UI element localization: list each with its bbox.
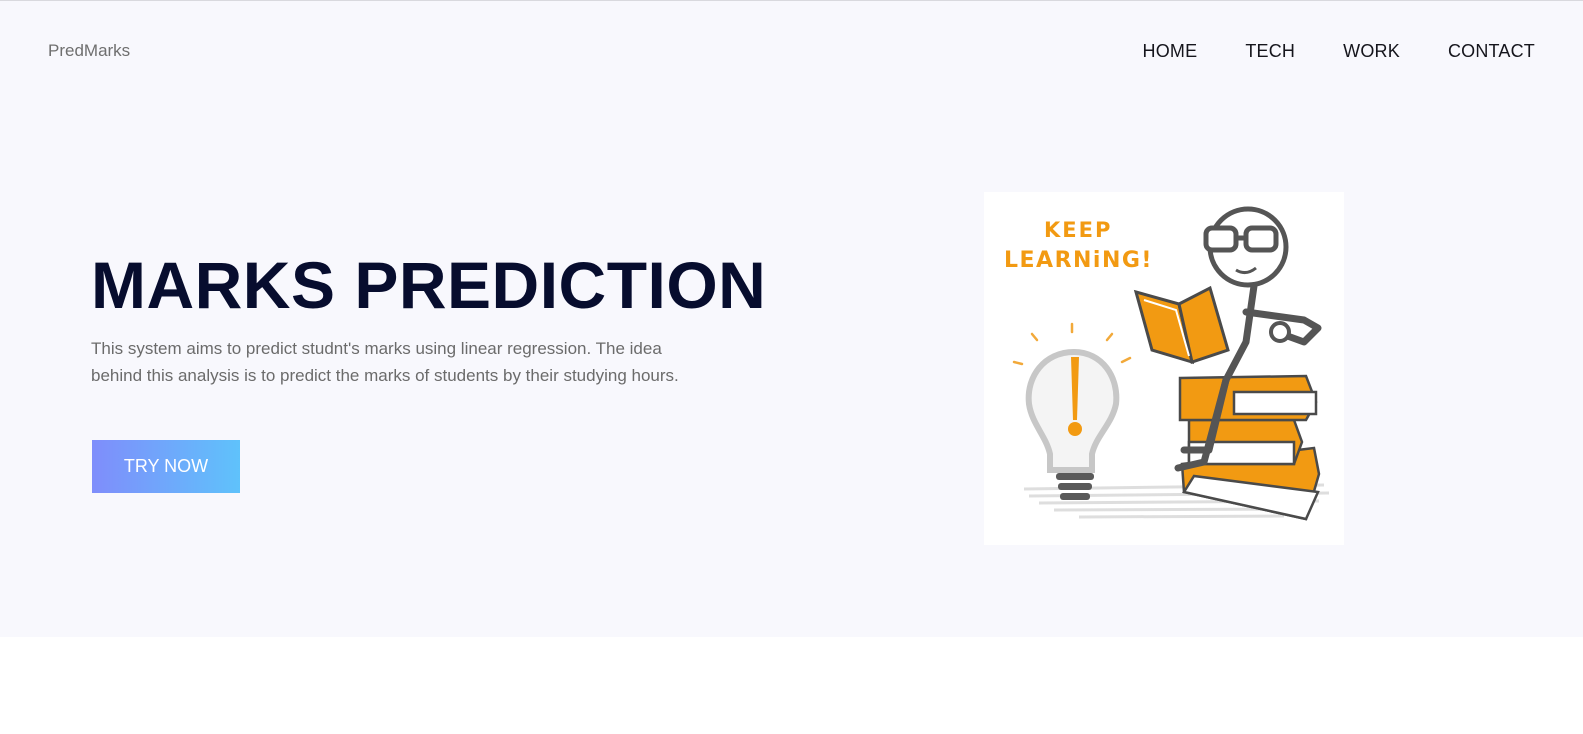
lightbulb-icon [1012, 322, 1132, 500]
main-nav: HOME TECH WORK CONTACT [1143, 41, 1535, 62]
nav-home[interactable]: HOME [1143, 41, 1198, 62]
nav-contact[interactable]: CONTACT [1448, 41, 1535, 62]
nav-work[interactable]: WORK [1343, 41, 1400, 62]
learning-text: LEARNiNG! [1004, 248, 1153, 273]
nav-tech[interactable]: TECH [1245, 41, 1295, 62]
keep-text: KEEP [1044, 218, 1112, 242]
try-now-button[interactable]: TRY NOW [92, 440, 240, 493]
page-title: MARKS PREDICTION [91, 248, 767, 322]
hero-description: This system aims to predict studnt's mar… [91, 339, 679, 385]
hero-section: PredMarks HOME TECH WORK CONTACT MARKS P… [0, 1, 1583, 637]
brand-logo[interactable]: PredMarks [48, 41, 130, 61]
open-book-icon [1133, 285, 1230, 365]
keep-learning-illustration: KEEP LEARNiNG! [984, 192, 1344, 545]
